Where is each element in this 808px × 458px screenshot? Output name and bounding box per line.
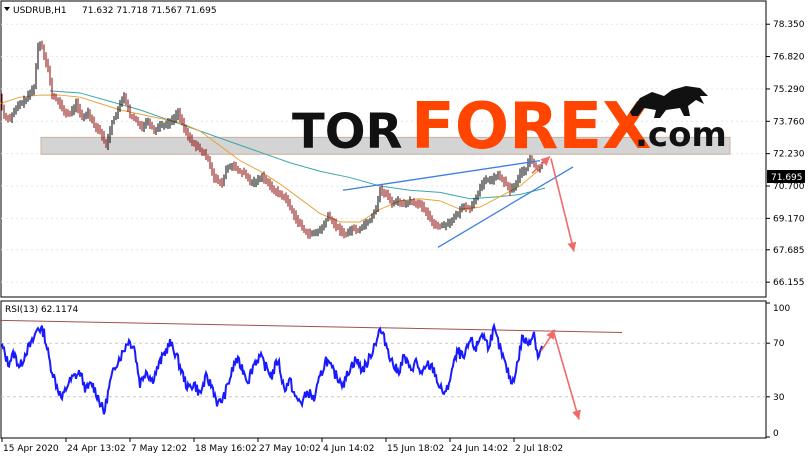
- current-price-label: 71.695: [771, 173, 803, 183]
- ohlc-values: 71.632 71.718 71.567 71.695: [82, 6, 217, 16]
- time-tick-label: 4 Jun 14:02: [323, 444, 374, 454]
- logo-text-forex: FOREX: [411, 90, 651, 164]
- time-tick-label: 24 Jun 14:02: [451, 444, 508, 454]
- price-tick-label: 72.230: [773, 150, 805, 160]
- price-tick-label: 78.350: [773, 20, 805, 30]
- symbol-label: USDRUB,H1: [13, 6, 67, 16]
- price-tick-label: 66.155: [773, 278, 805, 288]
- time-tick-label: 24 Apr 13:02: [67, 444, 126, 454]
- price-tick-label: 70.700: [773, 182, 805, 192]
- rsi-panel: RSI(13) 62.1174 100 70 30 0: [0, 300, 790, 439]
- time-tick-label: 27 May 10:02: [259, 444, 321, 454]
- logo-text-com: .com: [635, 115, 727, 155]
- rsi-tick-label: 70: [773, 339, 785, 349]
- price-tick-label: 75.290: [773, 85, 805, 95]
- logo-text-tor: TOR: [292, 104, 403, 160]
- time-tick-label: 18 May 16:02: [195, 444, 257, 454]
- time-tick-label: 15 Apr 2020: [3, 444, 59, 454]
- time-tick-label: 15 Jun 18:02: [387, 444, 444, 454]
- price-tick-label: 69.170: [773, 214, 805, 224]
- time-tick-label: 2 Jul 18:02: [515, 444, 563, 454]
- price-tick-label: 67.685: [773, 246, 805, 256]
- rsi-title: RSI(13) 62.1174: [5, 305, 78, 315]
- time-tick-label: 7 May 12:02: [131, 444, 187, 454]
- rsi-tick-label: 100: [773, 304, 790, 314]
- price-panel: USDRUB,H1 71.632 71.718 71.567 71.695 TO…: [0, 0, 805, 298]
- chart-canvas: USDRUB,H1 71.632 71.718 71.567 71.695 TO…: [0, 0, 808, 458]
- rsi-tick-label: 0: [773, 429, 779, 439]
- price-tick-label: 73.760: [773, 117, 805, 127]
- price-tick-label: 76.820: [773, 53, 805, 63]
- rsi-tick-label: 30: [773, 393, 785, 403]
